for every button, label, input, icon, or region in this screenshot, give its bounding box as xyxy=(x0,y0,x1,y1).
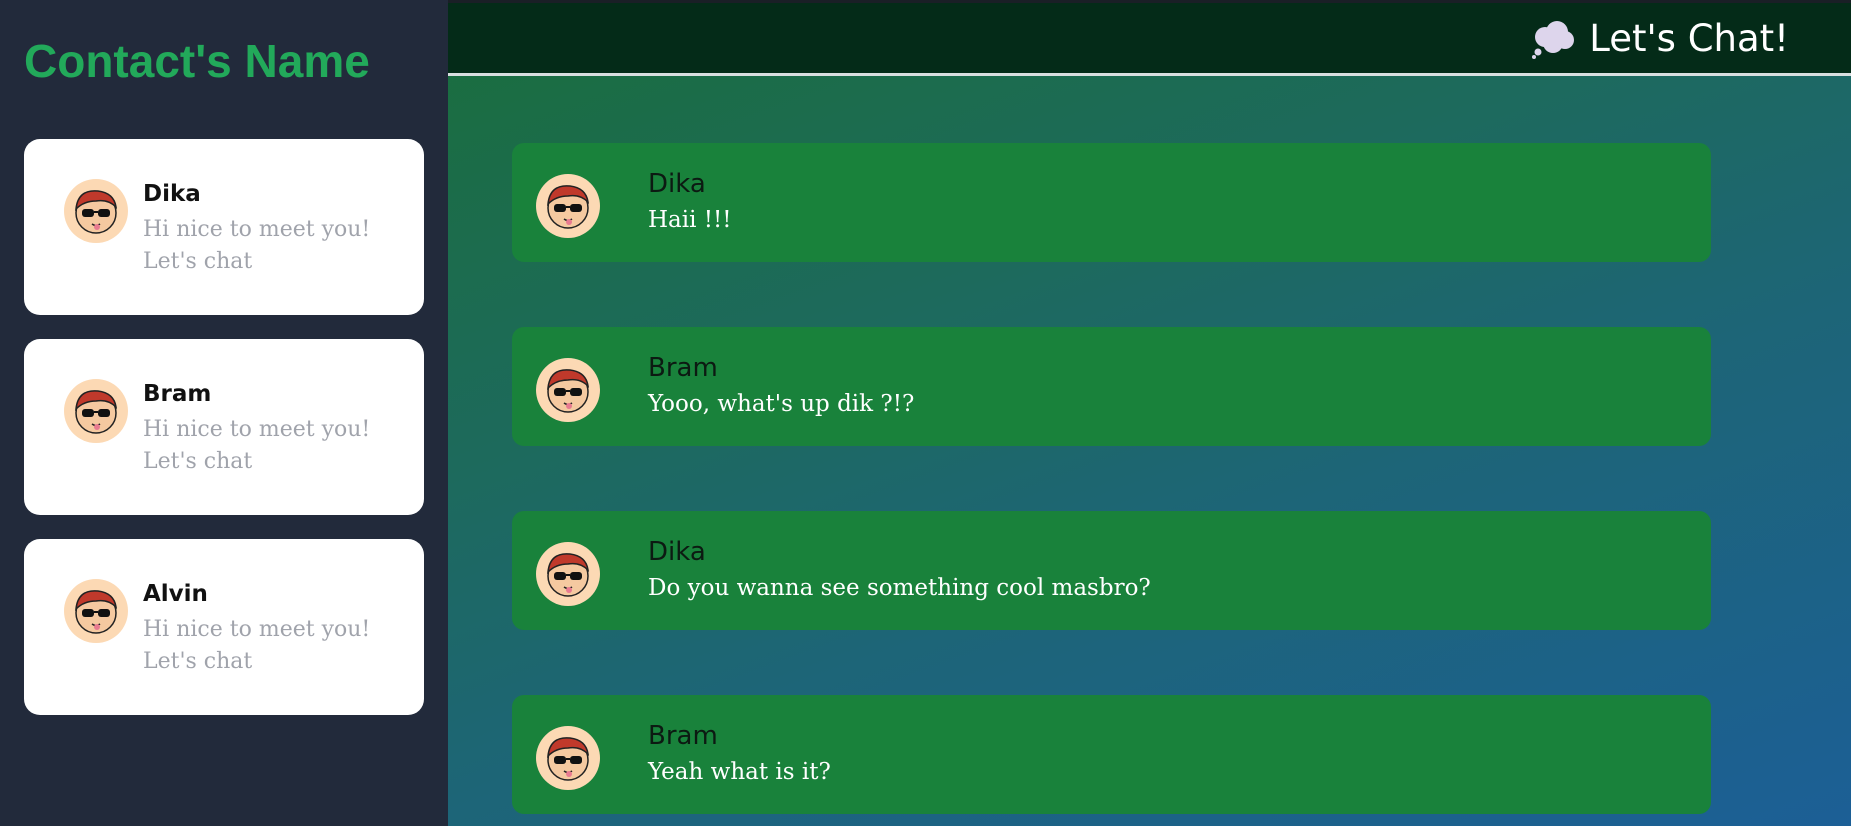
message-sender: Bram xyxy=(648,721,718,751)
avatar xyxy=(536,174,600,238)
contact-card-bram[interactable]: Bram Hi nice to meet you! Let's chat xyxy=(24,339,424,515)
avatar xyxy=(64,579,128,643)
chat-main: Let's Chat! Dika Haii !!! Bram Yooo, wha… xyxy=(448,0,1851,826)
message-bubble: Dika Haii !!! xyxy=(512,143,1711,262)
contact-preview: Hi nice to meet you! Let's chat xyxy=(143,417,371,474)
top-bar: Let's Chat! xyxy=(448,0,1851,76)
app-title: Let's Chat! xyxy=(1589,17,1789,60)
contact-card-alvin[interactable]: Alvin Hi nice to meet you! Let's chat xyxy=(24,539,424,715)
contacts-sidebar: Contact's Name Dika Hi nice to meet you!… xyxy=(0,0,448,826)
brand: Let's Chat! xyxy=(1531,17,1789,60)
sidebar-title: Contact's Name xyxy=(24,35,370,87)
contact-name: Alvin xyxy=(143,581,208,607)
message-text: Haii !!! xyxy=(648,207,732,233)
message-text: Do you wanna see something cool masbro? xyxy=(648,575,1151,601)
message-bubble: Bram Yeah what is it? xyxy=(512,695,1711,814)
avatar xyxy=(64,179,128,243)
message-bubble: Bram Yooo, what's up dik ?!? xyxy=(512,327,1711,446)
contact-card-dika[interactable]: Dika Hi nice to meet you! Let's chat xyxy=(24,139,424,315)
contact-preview: Hi nice to meet you! Let's chat xyxy=(143,617,371,674)
message-text: Yeah what is it? xyxy=(648,759,831,785)
contact-name: Bram xyxy=(143,381,212,407)
chat-app: Contact's Name Dika Hi nice to meet you!… xyxy=(0,0,1851,826)
message-sender: Bram xyxy=(648,353,718,383)
message-sender: Dika xyxy=(648,537,706,567)
avatar xyxy=(536,542,600,606)
message-bubble: Dika Do you wanna see something cool mas… xyxy=(512,511,1711,630)
avatar xyxy=(536,726,600,790)
message-text: Yooo, what's up dik ?!? xyxy=(648,391,915,417)
thought-cloud-icon xyxy=(1532,20,1575,59)
contact-preview: Hi nice to meet you! Let's chat xyxy=(143,217,371,274)
avatar xyxy=(64,379,128,443)
message-sender: Dika xyxy=(648,169,706,199)
contact-name: Dika xyxy=(143,181,201,207)
avatar xyxy=(536,358,600,422)
